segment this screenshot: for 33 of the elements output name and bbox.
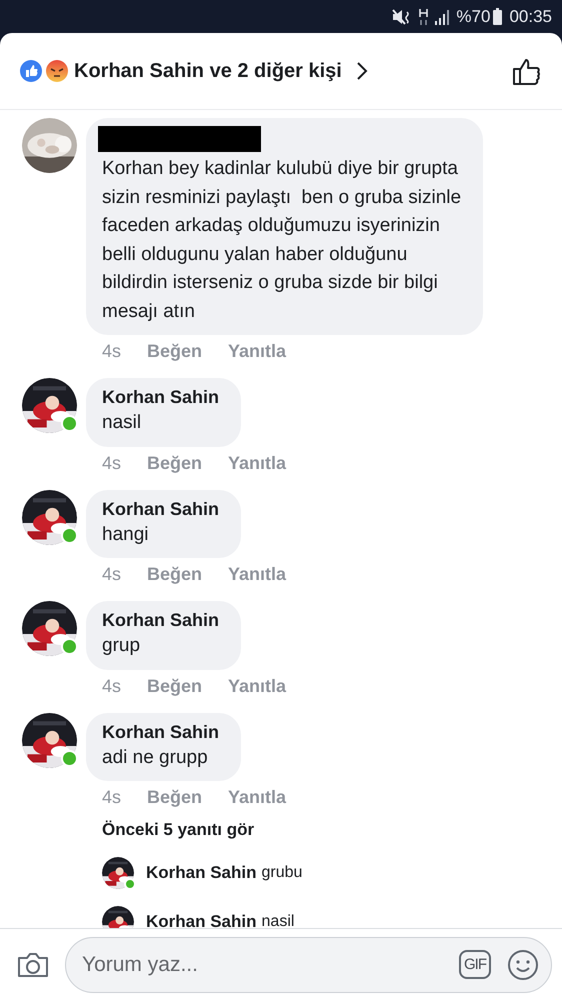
gif-button[interactable]: GIF [459,950,491,979]
reactions-link[interactable]: Korhan Sahin ve 2 diğer kişi [74,60,368,82]
author-name[interactable]: Korhan Sahin [146,912,257,928]
comment-time: 4s [102,452,122,474]
chevron-right-icon [356,61,368,81]
camera-icon[interactable] [17,952,49,978]
comment-text: grup [102,634,140,658]
comment-text: adi ne grupp [102,746,208,770]
comment-text: nasil [102,411,142,435]
comment-time: 4s [102,564,122,585]
comment-time: 4s [102,341,122,362]
angry-reaction-icon [46,60,68,82]
comment-time: 4s [102,676,122,696]
smiley-icon[interactable] [507,948,539,980]
network-type-icon [419,8,428,26]
reply-text: nasil [262,912,294,928]
author-name[interactable]: Korhan Sahin [102,608,220,632]
clock-time: 00:35 [509,6,552,26]
like-reaction-icon [20,60,42,82]
comment-field[interactable]: Yorum yaz... GIF [65,936,552,992]
reply-text: grubu [262,864,302,882]
author-name[interactable]: Korhan Sahin [102,720,220,744]
signal-icon [435,8,452,24]
comment-text: Korhan bey kadinlar kulubü diye bir grupta sizin resminizi paylaştı ben o gruba sizinle faceden arkadaş olduğumuzu isyerinizin belli oldugunu yalan haber olduğunu bildirdin isterseniz o gruba sizde bir bilgi mesajı atın [102,157,462,324]
author-name[interactable]: Korhan Sahin [102,496,220,520]
comment-time: 4s [102,787,122,808]
author-name[interactable]: Korhan Sahin [146,862,257,882]
thumbs-up-icon[interactable] [512,56,542,86]
battery-percent: %70 [456,6,490,26]
comment-text: hangi [102,522,148,546]
battery-icon [493,8,502,25]
author-name[interactable]: Korhan Sahin [102,385,220,409]
previous-replies-link[interactable]: Önceki 5 yanıtı gör [102,820,254,840]
